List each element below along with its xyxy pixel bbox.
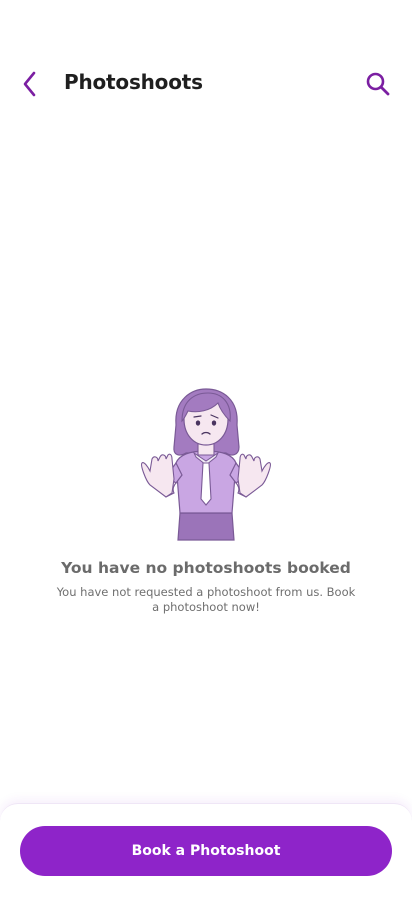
search-icon <box>366 72 390 96</box>
empty-state-subtitle: You have not requested a photoshoot from… <box>56 585 356 614</box>
empty-state: You have no photoshoots booked You have … <box>0 385 412 615</box>
app-header: Photoshoots <box>0 56 412 112</box>
empty-state-title: You have no photoshoots booked <box>61 559 351 577</box>
book-photoshoot-button[interactable]: Book a Photoshoot <box>20 826 392 876</box>
chevron-left-icon <box>23 71 36 97</box>
bottom-action-bar: Book a Photoshoot <box>0 803 412 917</box>
search-button[interactable] <box>362 68 394 100</box>
confused-woman-illustration <box>141 388 271 541</box>
photoshoots-screen: Photoshoots You have no photoshoots book… <box>0 0 412 917</box>
page-title: Photoshoots <box>64 70 203 94</box>
back-button[interactable] <box>14 68 46 100</box>
